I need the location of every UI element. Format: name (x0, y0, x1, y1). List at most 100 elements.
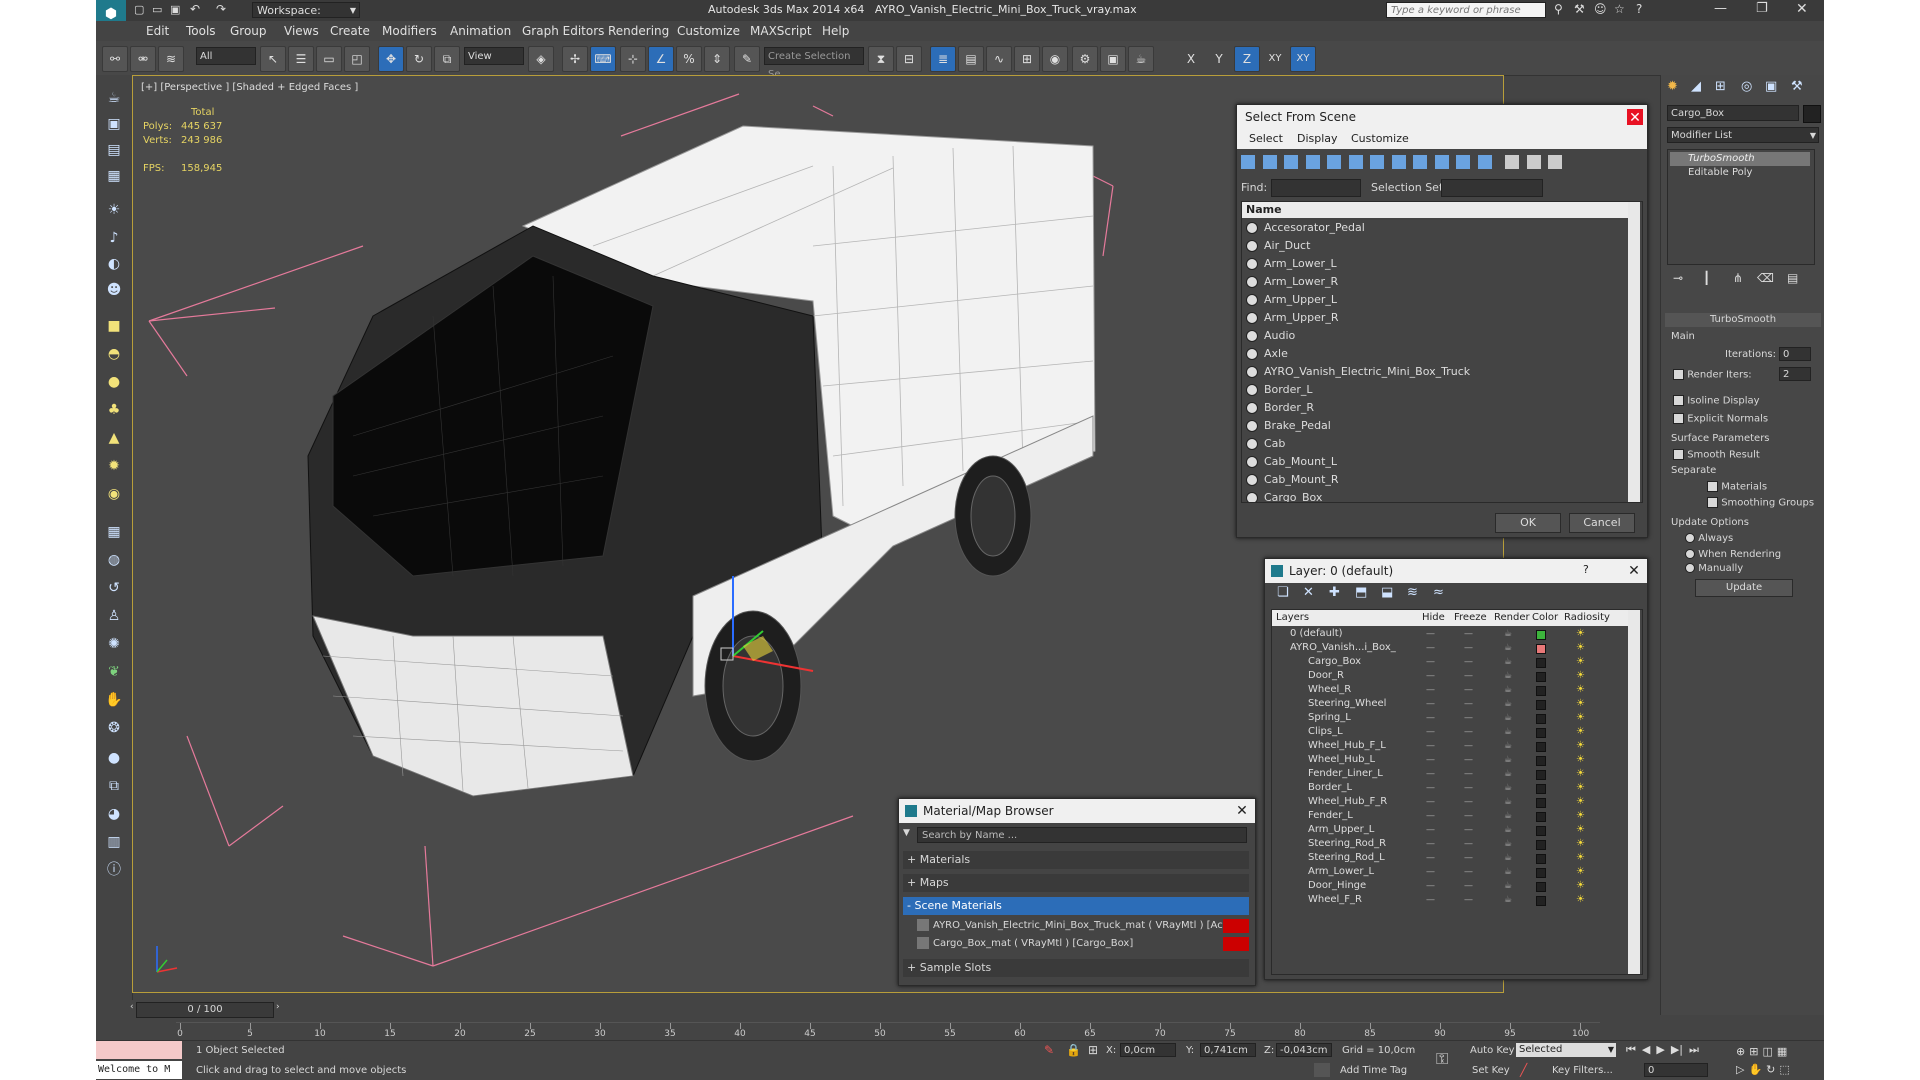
column-header-name[interactable]: Name (1242, 202, 1628, 218)
layer-object-row[interactable]: Arm_Upper_L — — ☕ ☀ (1272, 823, 1628, 837)
keyboard-shortcut-override-icon[interactable]: ⌨ (590, 46, 616, 72)
table-icon[interactable]: ▦ (102, 165, 126, 187)
filter-frozen-icon[interactable] (1456, 155, 1470, 169)
zoom-extents-all-icon[interactable]: ▦ (1777, 1045, 1787, 1058)
layer-object-row[interactable]: Clips_L — — ☕ ☀ (1272, 725, 1628, 739)
go-to-start-icon[interactable]: ⏮ (1626, 1043, 1636, 1056)
zoom-all-icon[interactable]: ⊞ (1749, 1045, 1758, 1058)
smooth-result-checkbox[interactable] (1673, 449, 1684, 460)
layer-color-swatch[interactable] (1536, 658, 1546, 668)
display-tab-icon[interactable]: ▣ (1765, 79, 1777, 94)
render-setup-icon[interactable]: ⚙ (1072, 46, 1098, 72)
render-toggle-icon[interactable]: ☕ (1504, 739, 1512, 753)
save-file-icon[interactable]: ▣ (170, 3, 184, 17)
layer-object-row[interactable]: Wheel_F_R — — ☕ ☀ (1272, 893, 1628, 907)
reference-coordinate-dropdown[interactable]: View (464, 47, 524, 65)
headphones-icon[interactable]: ◐ (102, 253, 126, 275)
maxscript-listener[interactable] (96, 1041, 182, 1059)
radiosity-toggle-icon[interactable]: ☀ (1576, 627, 1585, 641)
axis-xy-button[interactable]: XY (1262, 46, 1288, 72)
make-unique-icon[interactable]: ⋔ (1733, 271, 1743, 285)
axis-x-button[interactable]: X (1178, 46, 1204, 72)
freeze-toggle-icon[interactable]: — (1464, 795, 1473, 809)
hide-toggle-icon[interactable]: — (1426, 795, 1435, 809)
scene-object-row[interactable]: Arm_Upper_R (1242, 309, 1628, 327)
select-all-icon[interactable] (1505, 155, 1519, 169)
disc-icon[interactable]: ◉ (102, 483, 126, 505)
radiosity-toggle-icon[interactable]: ☀ (1576, 795, 1585, 809)
hide-toggle-icon[interactable]: — (1426, 851, 1435, 865)
menu-create[interactable]: Create (330, 24, 370, 38)
info-icon[interactable]: ⓘ (102, 859, 126, 881)
radiosity-toggle-icon[interactable]: ☀ (1576, 809, 1585, 823)
update-manually-radio[interactable] (1685, 563, 1695, 573)
layer-color-swatch[interactable] (1536, 672, 1546, 682)
layer-object-row[interactable]: Door_R — — ☕ ☀ (1272, 669, 1628, 683)
freeze-toggle-icon[interactable]: — (1464, 823, 1473, 837)
capsule-icon[interactable]: ◍ (102, 549, 126, 571)
column-header-freeze[interactable]: Freeze (1454, 610, 1487, 626)
radiosity-toggle-icon[interactable]: ☀ (1576, 781, 1585, 795)
undo-icon[interactable]: ↶ (190, 2, 204, 16)
sphere-half-icon[interactable]: ◓ (102, 343, 126, 365)
configure-sets-icon[interactable]: ▤ (1787, 271, 1798, 285)
bind-space-warp-icon[interactable]: ≋ (158, 46, 184, 72)
menu-animation[interactable]: Animation (450, 24, 511, 38)
new-file-icon[interactable]: ▢ (134, 3, 148, 17)
layer-object-row[interactable]: Spring_L — — ☕ ☀ (1272, 711, 1628, 725)
render-toggle-icon[interactable]: ☕ (1504, 795, 1512, 809)
layer-color-swatch[interactable] (1536, 826, 1546, 836)
sphere-icon[interactable]: ● (102, 371, 126, 393)
hide-toggle-icon[interactable]: — (1426, 641, 1435, 655)
ball-icon[interactable]: ● (102, 747, 126, 769)
pan-icon[interactable]: ✋ (1748, 1063, 1762, 1076)
radiosity-toggle-icon[interactable]: ☀ (1576, 725, 1585, 739)
render-iters-spinner[interactable]: 2 (1779, 367, 1811, 381)
go-to-end-icon[interactable]: ⏭ (1689, 1043, 1699, 1056)
prev-frame-arrow-icon[interactable]: ‹ (130, 1002, 134, 1012)
material-search-input[interactable]: Search by Name ... (917, 827, 1247, 843)
freeze-toggle-icon[interactable]: — (1464, 725, 1473, 739)
layer-object-row[interactable]: Arm_Lower_L — — ☕ ☀ (1272, 865, 1628, 879)
hide-toggle-icon[interactable]: — (1426, 669, 1435, 683)
hide-toggle-icon[interactable]: — (1426, 837, 1435, 851)
hide-toggle-icon[interactable]: — (1426, 809, 1435, 823)
layer-object-row[interactable]: Wheel_Hub_F_R — — ☕ ☀ (1272, 795, 1628, 809)
next-frame-arrow-icon[interactable]: › (276, 1002, 280, 1012)
hide-toggle-icon[interactable]: — (1426, 739, 1435, 753)
freeze-toggle-icon[interactable]: — (1464, 809, 1473, 823)
close-icon[interactable]: ✕ (1625, 562, 1643, 580)
search-options-icon[interactable]: ▼ (903, 828, 910, 838)
hide-toggle-icon[interactable]: — (1426, 711, 1435, 725)
pin-stack-icon[interactable]: ⊸ (1673, 271, 1683, 285)
scene-explorer-icon[interactable]: ▤ (102, 139, 126, 161)
layer-color-swatch[interactable] (1536, 784, 1546, 794)
layer-color-swatch[interactable] (1536, 854, 1546, 864)
sound-icon[interactable]: ♪ (102, 227, 126, 249)
layer-color-swatch[interactable] (1536, 686, 1546, 696)
column-header-layers[interactable]: Layers (1276, 610, 1309, 626)
remove-modifier-icon[interactable]: ⌫ (1757, 271, 1774, 285)
auto-key-button[interactable]: Auto Key (1470, 1045, 1515, 1056)
menu-edit[interactable]: Edit (146, 24, 169, 38)
layer-scrollbar[interactable] (1628, 610, 1640, 974)
select-invert-icon[interactable] (1548, 155, 1562, 169)
new-layer-icon[interactable]: ❏ (1277, 585, 1289, 600)
leaf-icon[interactable]: ❦ (102, 661, 126, 683)
section-materials[interactable]: + Materials (903, 851, 1249, 869)
layer-color-swatch[interactable] (1536, 630, 1546, 640)
layer-row[interactable]: 0 (default) — — ☕ ☀ (1272, 627, 1628, 641)
add-to-layer-icon[interactable]: ✚ (1329, 585, 1340, 600)
menu-rendering[interactable]: Rendering (608, 24, 669, 38)
filter-xrefs-icon[interactable] (1391, 155, 1406, 169)
pivot-center-icon[interactable]: ◈ (528, 46, 554, 72)
time-ruler[interactable]: 0 5 10 15 20 25 30 35 40 45 50 55 60 65 70 75 80 85 90 95 10… (176, 1022, 1600, 1041)
filter-shapes-icon[interactable] (1262, 155, 1277, 169)
ok-button[interactable]: OK (1495, 513, 1561, 533)
maxscript-mini-input[interactable]: Welcome to M (96, 1061, 182, 1079)
settings-panel-icon[interactable]: ▥ (102, 831, 126, 853)
update-button[interactable]: Update (1695, 579, 1793, 597)
select-object-icon[interactable]: ↖ (260, 46, 286, 72)
hide-toggle-icon[interactable]: — (1426, 627, 1435, 641)
sfs-tab-display[interactable]: Display (1297, 132, 1338, 145)
